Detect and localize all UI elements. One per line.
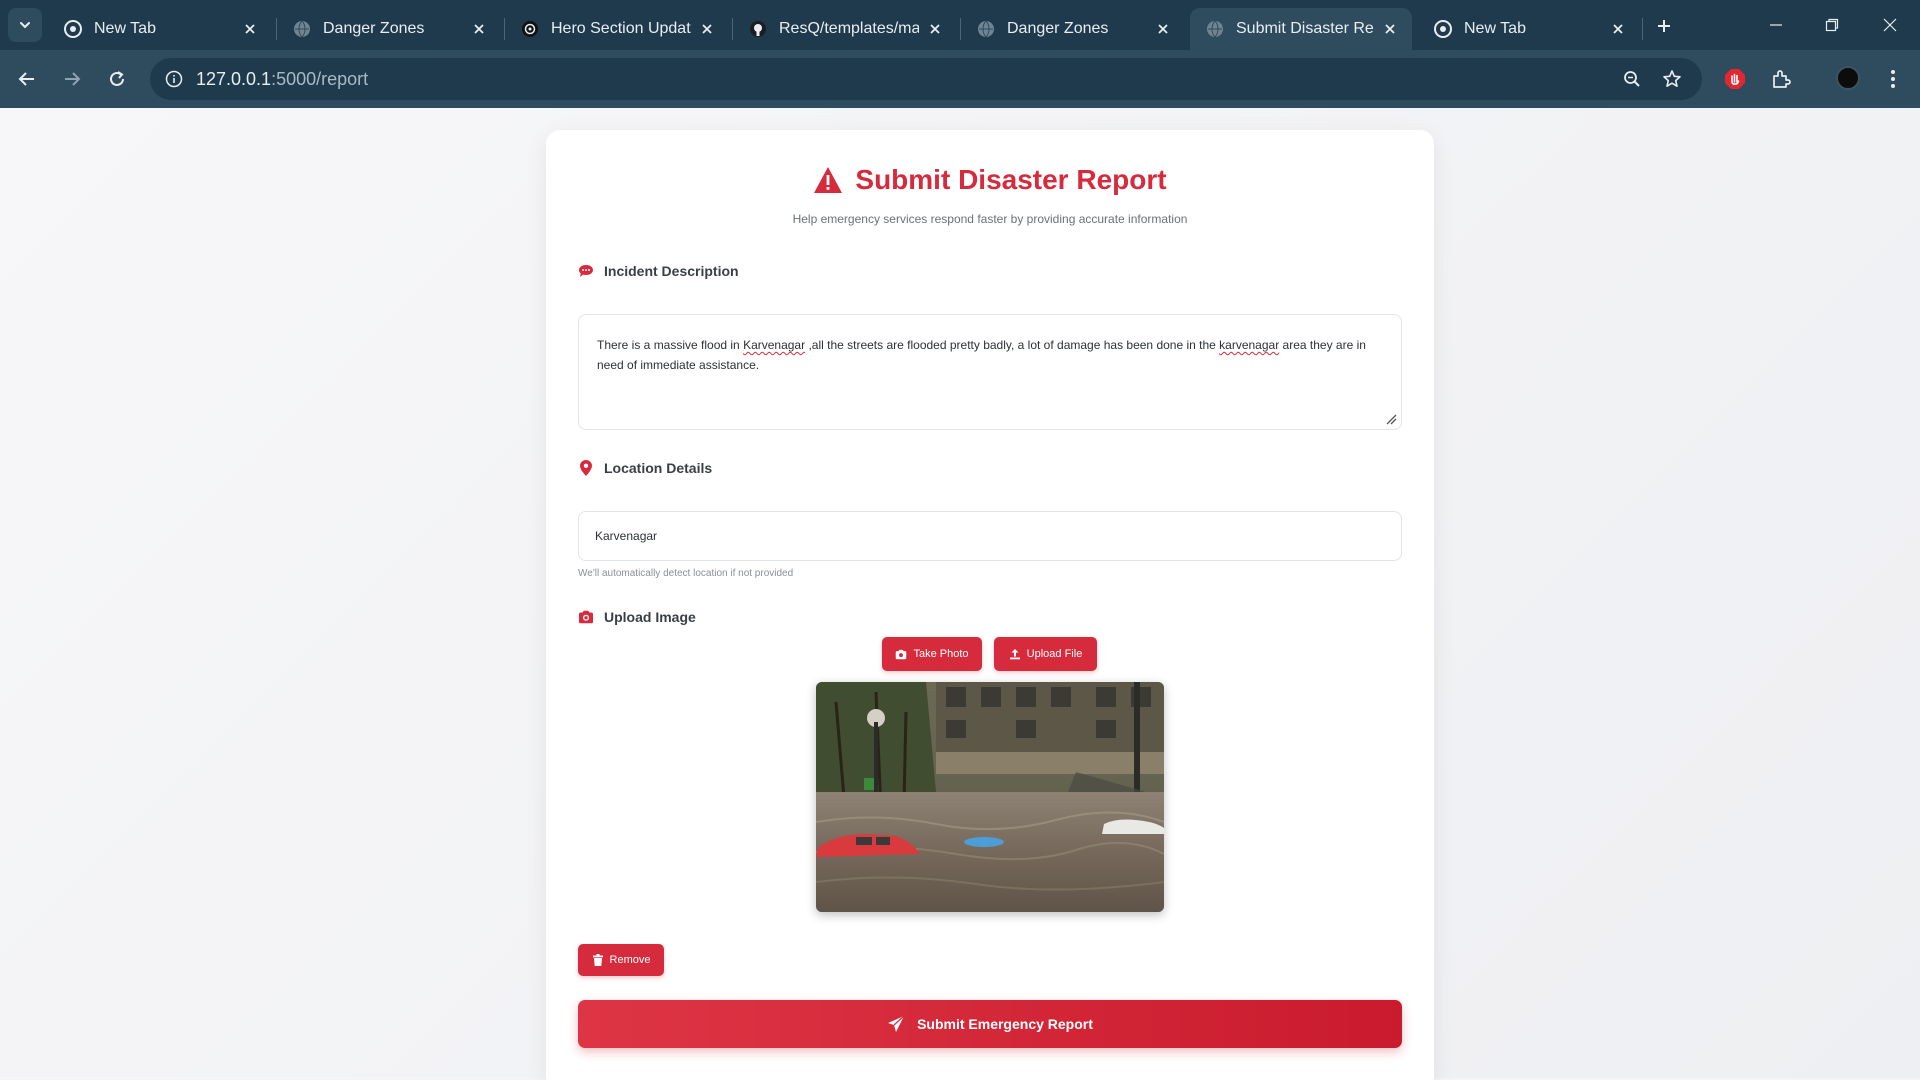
- page-background: Submit Disaster Report Help emergency se…: [0, 108, 1920, 1080]
- comment-icon: [578, 263, 594, 279]
- minimize-button[interactable]: [1756, 10, 1796, 40]
- location-input-value: Karvenagar: [595, 529, 658, 543]
- openai-icon: [521, 20, 539, 38]
- report-form-card: Submit Disaster Report Help emergency se…: [546, 130, 1434, 1080]
- more-menu-icon[interactable]: [1878, 64, 1908, 94]
- url-path: :5000/report: [271, 69, 369, 89]
- minimize-icon: [1770, 24, 1782, 26]
- chevron-down-icon: [20, 22, 30, 29]
- resize-handle-icon[interactable]: [1385, 413, 1397, 425]
- map-pin-icon: [578, 460, 594, 476]
- tab-danger-zones-1[interactable]: Danger Zones: [277, 8, 501, 50]
- upload-icon: [1009, 648, 1021, 660]
- tab-title: Submit Disaster Repo: [1236, 20, 1374, 37]
- site-info-icon[interactable]: [162, 67, 186, 91]
- tab-danger-zones-2[interactable]: Danger Zones: [961, 8, 1185, 50]
- close-icon[interactable]: [1153, 19, 1173, 39]
- submit-report-label: Submit Emergency Report: [917, 1016, 1093, 1032]
- upload-file-label: Upload File: [1026, 648, 1083, 660]
- upload-image-label: Upload Image: [578, 609, 696, 625]
- location-input[interactable]: Karvenagar: [578, 511, 1402, 561]
- close-icon[interactable]: [240, 19, 260, 39]
- arrow-left-icon: [18, 72, 34, 86]
- restore-button[interactable]: [1812, 10, 1852, 40]
- tab-submit-disaster-report[interactable]: Submit Disaster Repo: [1190, 8, 1412, 50]
- zoom-icon[interactable]: [1620, 67, 1644, 91]
- extensions-puzzle-icon[interactable]: [1766, 64, 1796, 94]
- take-photo-button[interactable]: Take Photo: [882, 637, 982, 671]
- url-text: 127.0.0.1:5000/report: [196, 69, 368, 90]
- tab-title: New Tab: [1464, 20, 1526, 37]
- tab-title: New Tab: [94, 20, 156, 37]
- tab-new-tab-2[interactable]: New Tab: [1418, 8, 1640, 50]
- address-bar[interactable]: 127.0.0.1:5000/report: [150, 58, 1702, 100]
- close-window-button[interactable]: [1870, 10, 1910, 40]
- url-host: 127.0.0.1: [196, 69, 272, 89]
- tab-resq-templates-map[interactable]: ResQ/templates/map: [733, 8, 957, 50]
- tab-search-button[interactable]: [8, 8, 42, 42]
- remove-image-button[interactable]: Remove: [578, 944, 664, 976]
- uploaded-image-preview: [816, 682, 1164, 912]
- tab-new-tab-1[interactable]: New Tab: [48, 8, 272, 50]
- browser-tabstrip: New Tab Danger Zones Hero Section Update…: [0, 0, 1920, 50]
- trash-icon: [592, 954, 604, 966]
- location-details-label-text: Location Details: [604, 460, 713, 476]
- arrow-right-icon: [65, 72, 81, 86]
- chrome-icon: [64, 20, 82, 38]
- star-icon[interactable]: [1660, 67, 1684, 91]
- profile-avatar[interactable]: [1836, 66, 1860, 90]
- github-icon: [749, 20, 767, 38]
- incident-description-textarea[interactable]: There is a massive flood in Karvenagar ,…: [578, 314, 1402, 430]
- back-button[interactable]: [10, 62, 44, 96]
- globe-icon: [293, 20, 311, 38]
- close-icon[interactable]: [1380, 19, 1400, 39]
- tab-hero-section-update[interactable]: Hero Section Update: [505, 8, 729, 50]
- close-icon: [1883, 18, 1897, 32]
- browser-toolbar: 127.0.0.1:5000/report: [0, 50, 1920, 140]
- paper-plane-icon: [887, 1015, 905, 1033]
- restore-icon: [1825, 18, 1839, 32]
- close-icon[interactable]: [469, 19, 489, 39]
- close-icon[interactable]: [1608, 19, 1628, 39]
- submit-report-button[interactable]: Submit Emergency Report: [578, 1000, 1402, 1048]
- warning-triangle-icon: [814, 167, 843, 193]
- reload-icon: [110, 71, 124, 86]
- extension-stop-icon[interactable]: [1720, 64, 1750, 94]
- camera-icon: [578, 609, 594, 625]
- plus-icon: [1658, 20, 1670, 32]
- new-tab-button[interactable]: [1650, 12, 1678, 40]
- incident-description-label: Incident Description: [578, 263, 739, 279]
- tab-title: ResQ/templates/map: [779, 20, 919, 37]
- tab-title: Danger Zones: [323, 20, 425, 37]
- globe-icon: [977, 20, 995, 38]
- tab-title: Hero Section Update: [551, 20, 691, 37]
- description-text-part: ,all the streets are flooded pretty badl…: [805, 338, 1220, 352]
- location-hint: We'll automatically detect location if n…: [578, 568, 794, 579]
- description-text-part: karvenagar: [1219, 338, 1280, 352]
- page-title: Submit Disaster Report: [813, 164, 1167, 196]
- upload-image-label-text: Upload Image: [604, 609, 696, 625]
- tab-title: Danger Zones: [1007, 20, 1109, 37]
- close-icon[interactable]: [697, 19, 717, 39]
- flood-photo: [816, 682, 1164, 912]
- description-text-part: There is a massive flood in: [597, 338, 744, 352]
- remove-label: Remove: [609, 954, 651, 966]
- page-title-text: Submit Disaster Report: [855, 164, 1167, 195]
- globe-icon: [1206, 20, 1224, 38]
- chrome-icon: [1434, 20, 1452, 38]
- location-details-label: Location Details: [578, 460, 712, 476]
- close-icon[interactable]: [925, 19, 945, 39]
- reload-button[interactable]: [100, 62, 134, 96]
- page-subtitle: Help emergency services respond faster b…: [792, 212, 1188, 226]
- form-header: Submit Disaster Report: [546, 164, 1434, 199]
- description-text-part: Karvenagar: [743, 338, 806, 352]
- tab-separator: [1642, 18, 1643, 40]
- incident-description-label-text: Incident Description: [604, 263, 739, 279]
- forward-button[interactable]: [55, 62, 89, 96]
- camera-icon: [895, 648, 907, 660]
- take-photo-label: Take Photo: [913, 648, 969, 660]
- upload-file-button[interactable]: Upload File: [994, 637, 1097, 671]
